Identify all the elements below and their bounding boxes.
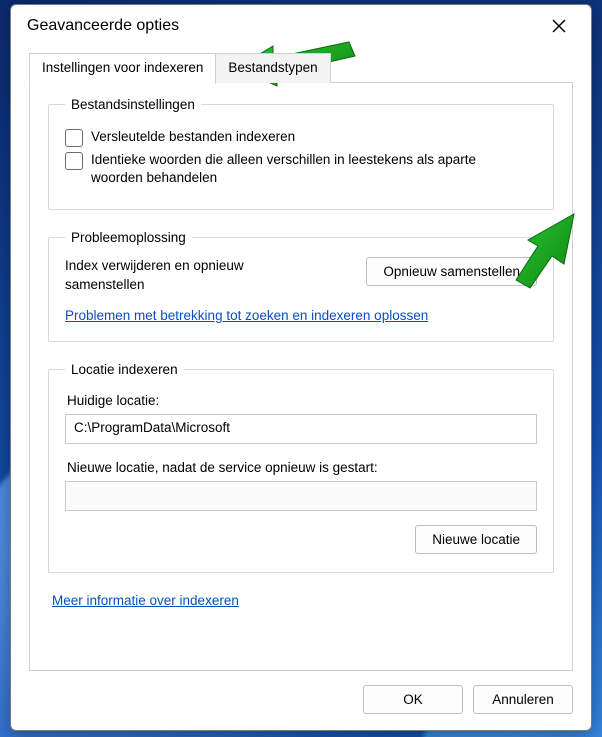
group-file-settings: Bestandsinstellingen Versleutelde bestan…	[48, 97, 554, 210]
tab-strip: Instellingen voor indexeren Bestandstype…	[11, 47, 591, 83]
dialog-action-row: OK Annuleren	[11, 671, 591, 730]
window-title: Geavanceerde opties	[27, 17, 539, 35]
advanced-options-dialog: Geavanceerde opties Instellingen voor in…	[10, 4, 592, 731]
group-troubleshooting-legend: Probleemoplossing	[65, 230, 192, 245]
new-location-label: Nieuwe locatie, nadat de service opnieuw…	[67, 460, 537, 475]
tab-file-types[interactable]: Bestandstypen	[215, 53, 330, 83]
cancel-button[interactable]: Annuleren	[473, 685, 573, 714]
checkbox-diacritics[interactable]	[65, 152, 83, 170]
tab-index-settings[interactable]: Instellingen voor indexeren	[29, 53, 216, 84]
group-index-location-legend: Locatie indexeren	[65, 362, 184, 377]
ok-button[interactable]: OK	[363, 685, 463, 714]
current-location-field: C:\ProgramData\Microsoft	[65, 414, 537, 444]
close-button[interactable]	[539, 11, 579, 41]
rebuild-index-text: Index verwijderen en opnieuw samenstelle…	[65, 257, 325, 293]
new-location-field	[65, 481, 537, 511]
tab-page-index-settings: Bestandsinstellingen Versleutelde bestan…	[29, 83, 573, 671]
checkbox-encrypted-files[interactable]	[65, 129, 83, 147]
group-troubleshooting: Probleemoplossing Index verwijderen en o…	[48, 230, 554, 341]
group-index-location: Locatie indexeren Huidige locatie: C:\Pr…	[48, 362, 554, 573]
group-file-settings-legend: Bestandsinstellingen	[65, 97, 201, 112]
checkbox-diacritics-label: Identieke woorden die alleen verschillen…	[91, 151, 521, 187]
titlebar: Geavanceerde opties	[11, 5, 591, 47]
link-more-info-indexing[interactable]: Meer informatie over indexeren	[52, 593, 239, 608]
link-search-troubleshooter[interactable]: Problemen met betrekking tot zoeken en i…	[65, 308, 428, 323]
new-location-button[interactable]: Nieuwe locatie	[415, 525, 537, 554]
checkbox-encrypted-files-label: Versleutelde bestanden indexeren	[91, 128, 295, 146]
rebuild-button[interactable]: Opnieuw samenstellen	[366, 257, 537, 286]
close-icon	[552, 19, 566, 33]
current-location-label: Huidige locatie:	[67, 393, 537, 408]
